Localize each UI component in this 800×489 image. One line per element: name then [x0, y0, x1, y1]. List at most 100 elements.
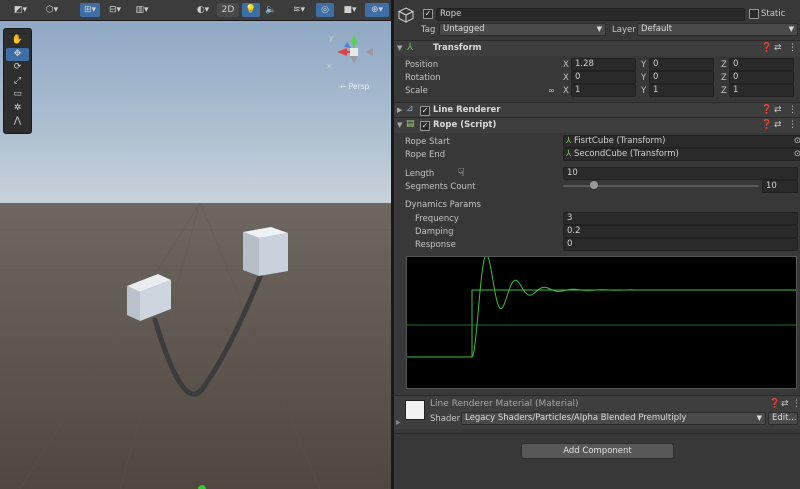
kebab-menu-icon[interactable]: ⋮: [788, 120, 797, 130]
rope-script-header[interactable]: ▼ ▤ ✓ Rope (Script) ❓ ⇄ ⋮: [394, 117, 800, 133]
custom-tool-icon: ⋀: [13, 116, 22, 126]
help-icon[interactable]: ❓: [761, 120, 772, 130]
rect-tool-button[interactable]: ▭: [6, 88, 29, 102]
audio-toggle-button[interactable]: 🔈: [262, 3, 280, 17]
segments-count-input[interactable]: 10: [762, 180, 798, 193]
kebab-menu-icon[interactable]: ⋮: [792, 399, 800, 409]
object-name-input[interactable]: Rope: [436, 8, 745, 21]
hand-tool-button[interactable]: ✋: [6, 34, 29, 48]
tag-dropdown[interactable]: Untagged ▼: [439, 23, 606, 36]
help-icon[interactable]: ❓: [761, 105, 772, 115]
bars-icon: ▥▾: [135, 5, 149, 15]
rect-tool-icon: ▭: [13, 89, 22, 99]
perspective-label[interactable]: ← Persp: [340, 82, 369, 91]
line-renderer-header[interactable]: ▶ ⊿ ✓ Line Renderer ❓ ⇄ ⋮: [394, 102, 800, 118]
second-cube: [243, 227, 288, 276]
preset-icon[interactable]: ⇄: [781, 399, 789, 409]
response-input[interactable]: 0: [563, 238, 798, 251]
fold-arrow-icon[interactable]: ▶: [396, 419, 401, 426]
orientation-gizmo[interactable]: y x ← Persp: [327, 30, 387, 92]
transform-tool-button[interactable]: ✲: [6, 102, 29, 116]
preset-icon[interactable]: ⇄: [774, 43, 782, 53]
line-renderer-enabled-checkbox[interactable]: ✓: [420, 106, 430, 116]
gizmo-x-axis-icon: [337, 48, 347, 56]
scale-z-input[interactable]: 1: [729, 84, 794, 97]
snap-icon: ⊟▾: [108, 5, 122, 15]
rope-script-enabled-checkbox[interactable]: ✓: [420, 121, 430, 131]
scene-visibility-button[interactable]: ◎: [316, 3, 334, 17]
view-options-button[interactable]: ▥▾: [130, 3, 154, 17]
frequency-input[interactable]: 3: [563, 212, 798, 225]
shader-dropdown[interactable]: Legacy Shaders/Particles/Alpha Blended P…: [461, 412, 766, 425]
scale-y-input[interactable]: 1: [649, 84, 714, 97]
increment-snap-button[interactable]: ⊟▾: [104, 3, 126, 17]
render-mode-button[interactable]: ⬡▾: [40, 3, 64, 17]
position-y-input[interactable]: 0: [649, 58, 714, 71]
rotate-tool-button[interactable]: ⟳: [6, 61, 29, 75]
length-input[interactable]: 10: [563, 167, 798, 180]
static-label: Static: [761, 9, 786, 19]
rope-end-field[interactable]: ⅄ SecondCube (Transform) ⊙: [563, 148, 800, 161]
toggle-2d-button[interactable]: 2D: [217, 3, 239, 17]
shader-edit-button[interactable]: Edit...: [768, 412, 798, 425]
static-checkbox[interactable]: [749, 9, 759, 19]
rotation-x-input[interactable]: 0: [571, 71, 636, 84]
help-icon[interactable]: ❓: [769, 399, 780, 409]
material-preview-swatch[interactable]: [405, 400, 425, 420]
chevron-down-icon: ▼: [596, 25, 602, 33]
graph-step-input: [407, 289, 796, 358]
length-label: Length: [405, 169, 435, 179]
rotation-y-input[interactable]: 0: [649, 71, 714, 84]
active-checkbox[interactable]: ✓: [423, 9, 433, 19]
chevron-down-icon: ▼: [756, 414, 762, 422]
segments-slider-thumb[interactable]: [589, 181, 598, 189]
fold-arrow-icon[interactable]: ▼: [397, 44, 402, 52]
shader-label: Shader: [430, 414, 461, 424]
transform-small-icon: ⅄: [566, 136, 572, 146]
position-z-input[interactable]: 0: [729, 58, 794, 71]
chevron-down-icon: ▼: [788, 25, 794, 33]
shading-button[interactable]: ◐▾: [192, 3, 214, 17]
custom-tool-button[interactable]: ⋀: [6, 115, 29, 129]
fold-arrow-icon[interactable]: ▼: [397, 121, 402, 129]
move-tool-button[interactable]: ✥: [6, 47, 29, 61]
kebab-menu-icon[interactable]: ⋮: [788, 43, 797, 53]
scene-toolbar: ◩▾ ⬡▾ ⊞▾ ⊟▾ ▥▾ ◐▾ 2D 💡 🔈 ≋▾ ◎ ■▾ ⊕▾: [0, 0, 391, 21]
segments-count-label: Segments Count: [405, 182, 476, 192]
object-picker-icon[interactable]: ⊙: [794, 136, 800, 147]
object-picker-icon[interactable]: ⊙: [794, 149, 800, 160]
effects-button[interactable]: ≋▾: [287, 3, 311, 17]
line-renderer-icon: ⊿: [406, 104, 414, 114]
preset-icon[interactable]: ⇄: [774, 105, 782, 115]
shaded-cube-icon: ⬡▾: [45, 5, 59, 15]
position-x-input[interactable]: 1.28: [571, 58, 636, 71]
gizmos-button[interactable]: ⊕▾: [365, 3, 389, 17]
add-component-button[interactable]: Add Component: [521, 443, 674, 459]
position-label: Position: [405, 60, 439, 70]
scale-x-input[interactable]: 1: [571, 84, 636, 97]
link-scale-icon[interactable]: ∞: [548, 86, 555, 95]
kebab-menu-icon[interactable]: ⋮: [788, 105, 797, 115]
tag-label: Tag: [421, 25, 436, 35]
light-bulb-icon: 💡: [245, 5, 257, 15]
rotation-z-input[interactable]: 0: [729, 71, 794, 84]
scale-tool-button[interactable]: ⤢: [6, 75, 29, 89]
help-icon[interactable]: ❓: [761, 43, 772, 53]
grid-snap-button[interactable]: ⊞▾: [80, 3, 100, 17]
preset-icon[interactable]: ⇄: [774, 120, 782, 130]
layer-dropdown[interactable]: Default ▼: [637, 23, 798, 36]
damping-label: Damping: [415, 227, 454, 237]
scene-view[interactable]: ◩▾ ⬡▾ ⊞▾ ⊟▾ ▥▾ ◐▾ 2D 💡 🔈 ≋▾ ◎ ■▾ ⊕▾ ✋ ✥ ⟳ ⤢…: [0, 0, 391, 489]
fold-arrow-icon[interactable]: ▶: [397, 106, 402, 114]
inspector-panel: ✓ Rope Static Tag Untagged ▼ Layer Defaul…: [394, 0, 800, 489]
camera-button[interactable]: ■▾: [338, 3, 362, 17]
sphere-icon: ◐▾: [196, 5, 210, 15]
rope-start-field[interactable]: ⅄ FisrtCube (Transform) ⊙: [563, 135, 800, 148]
lighting-toggle-button[interactable]: 💡: [242, 3, 260, 17]
transform-header[interactable]: ▼ ⅄ Transform ❓ ⇄ ⋮: [394, 40, 800, 56]
camera-icon: ■▾: [343, 5, 357, 15]
scale-tool-icon: ⤢: [13, 75, 22, 86]
draw-mode-button[interactable]: ◩▾: [7, 3, 34, 17]
transform-icon: ⅄: [407, 42, 414, 53]
damping-input[interactable]: 0.2: [563, 225, 798, 238]
